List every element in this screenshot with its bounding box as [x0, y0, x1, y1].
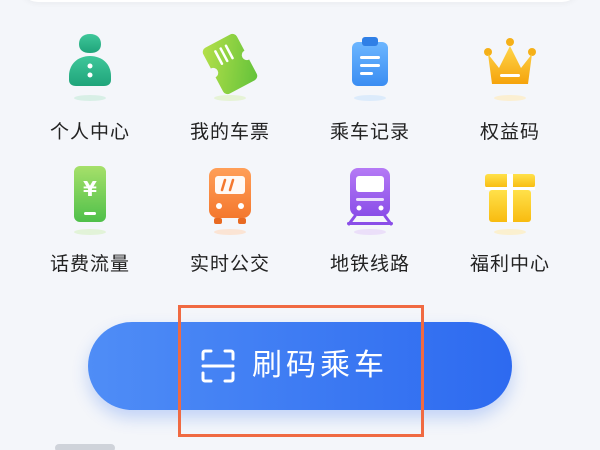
grid-item-label: 话费流量 — [49, 253, 130, 275]
phone-yuan-icon: ¥ — [55, 160, 125, 240]
grid-item-welfare-center[interactable]: 福利中心 — [435, 154, 585, 284]
svg-text:¥: ¥ — [83, 177, 97, 201]
grid-item-label: 我的车票 — [189, 121, 270, 143]
grid-item-label: 乘车记录 — [329, 121, 410, 143]
top-card — [20, 0, 580, 2]
scan-icon — [201, 349, 235, 383]
grid-item-phone-data[interactable]: ¥ 话费流量 — [15, 154, 165, 284]
gift-icon — [475, 160, 545, 240]
grid-item-label: 实时公交 — [189, 253, 270, 275]
person-icon — [55, 28, 125, 108]
crown-icon — [475, 28, 545, 108]
grid-item-label: 福利中心 — [469, 253, 550, 275]
bus-icon — [195, 160, 265, 240]
ticket-icon — [195, 28, 265, 108]
grid-item-ride-records[interactable]: 乘车记录 — [295, 22, 445, 152]
grid-item-label: 权益码 — [479, 121, 540, 143]
scan-to-ride-label: 刷码乘车 — [252, 348, 388, 383]
grid-item-label: 个人中心 — [49, 121, 130, 143]
grid-item-realtime-bus[interactable]: 实时公交 — [155, 154, 305, 284]
scan-to-ride-button[interactable]: 刷码乘车 — [88, 322, 512, 410]
metro-train-icon — [335, 160, 405, 240]
bottom-indicator — [55, 444, 115, 450]
grid-item-my-tickets[interactable]: 我的车票 — [155, 22, 305, 152]
grid-item-benefit-code[interactable]: 权益码 — [435, 22, 585, 152]
grid-item-label: 地铁线路 — [329, 253, 410, 275]
app-screen: 个人中心 我的车票 乘车记录 权益码 ¥ 话费流量 实时公交 地铁线路 福利中心… — [0, 0, 600, 450]
grid-item-personal-center[interactable]: 个人中心 — [15, 22, 165, 152]
clipboard-icon — [335, 28, 405, 108]
service-grid: 个人中心 我的车票 乘车记录 权益码 ¥ 话费流量 实时公交 地铁线路 福利中心 — [0, 22, 600, 290]
grid-item-metro-lines[interactable]: 地铁线路 — [295, 154, 445, 284]
